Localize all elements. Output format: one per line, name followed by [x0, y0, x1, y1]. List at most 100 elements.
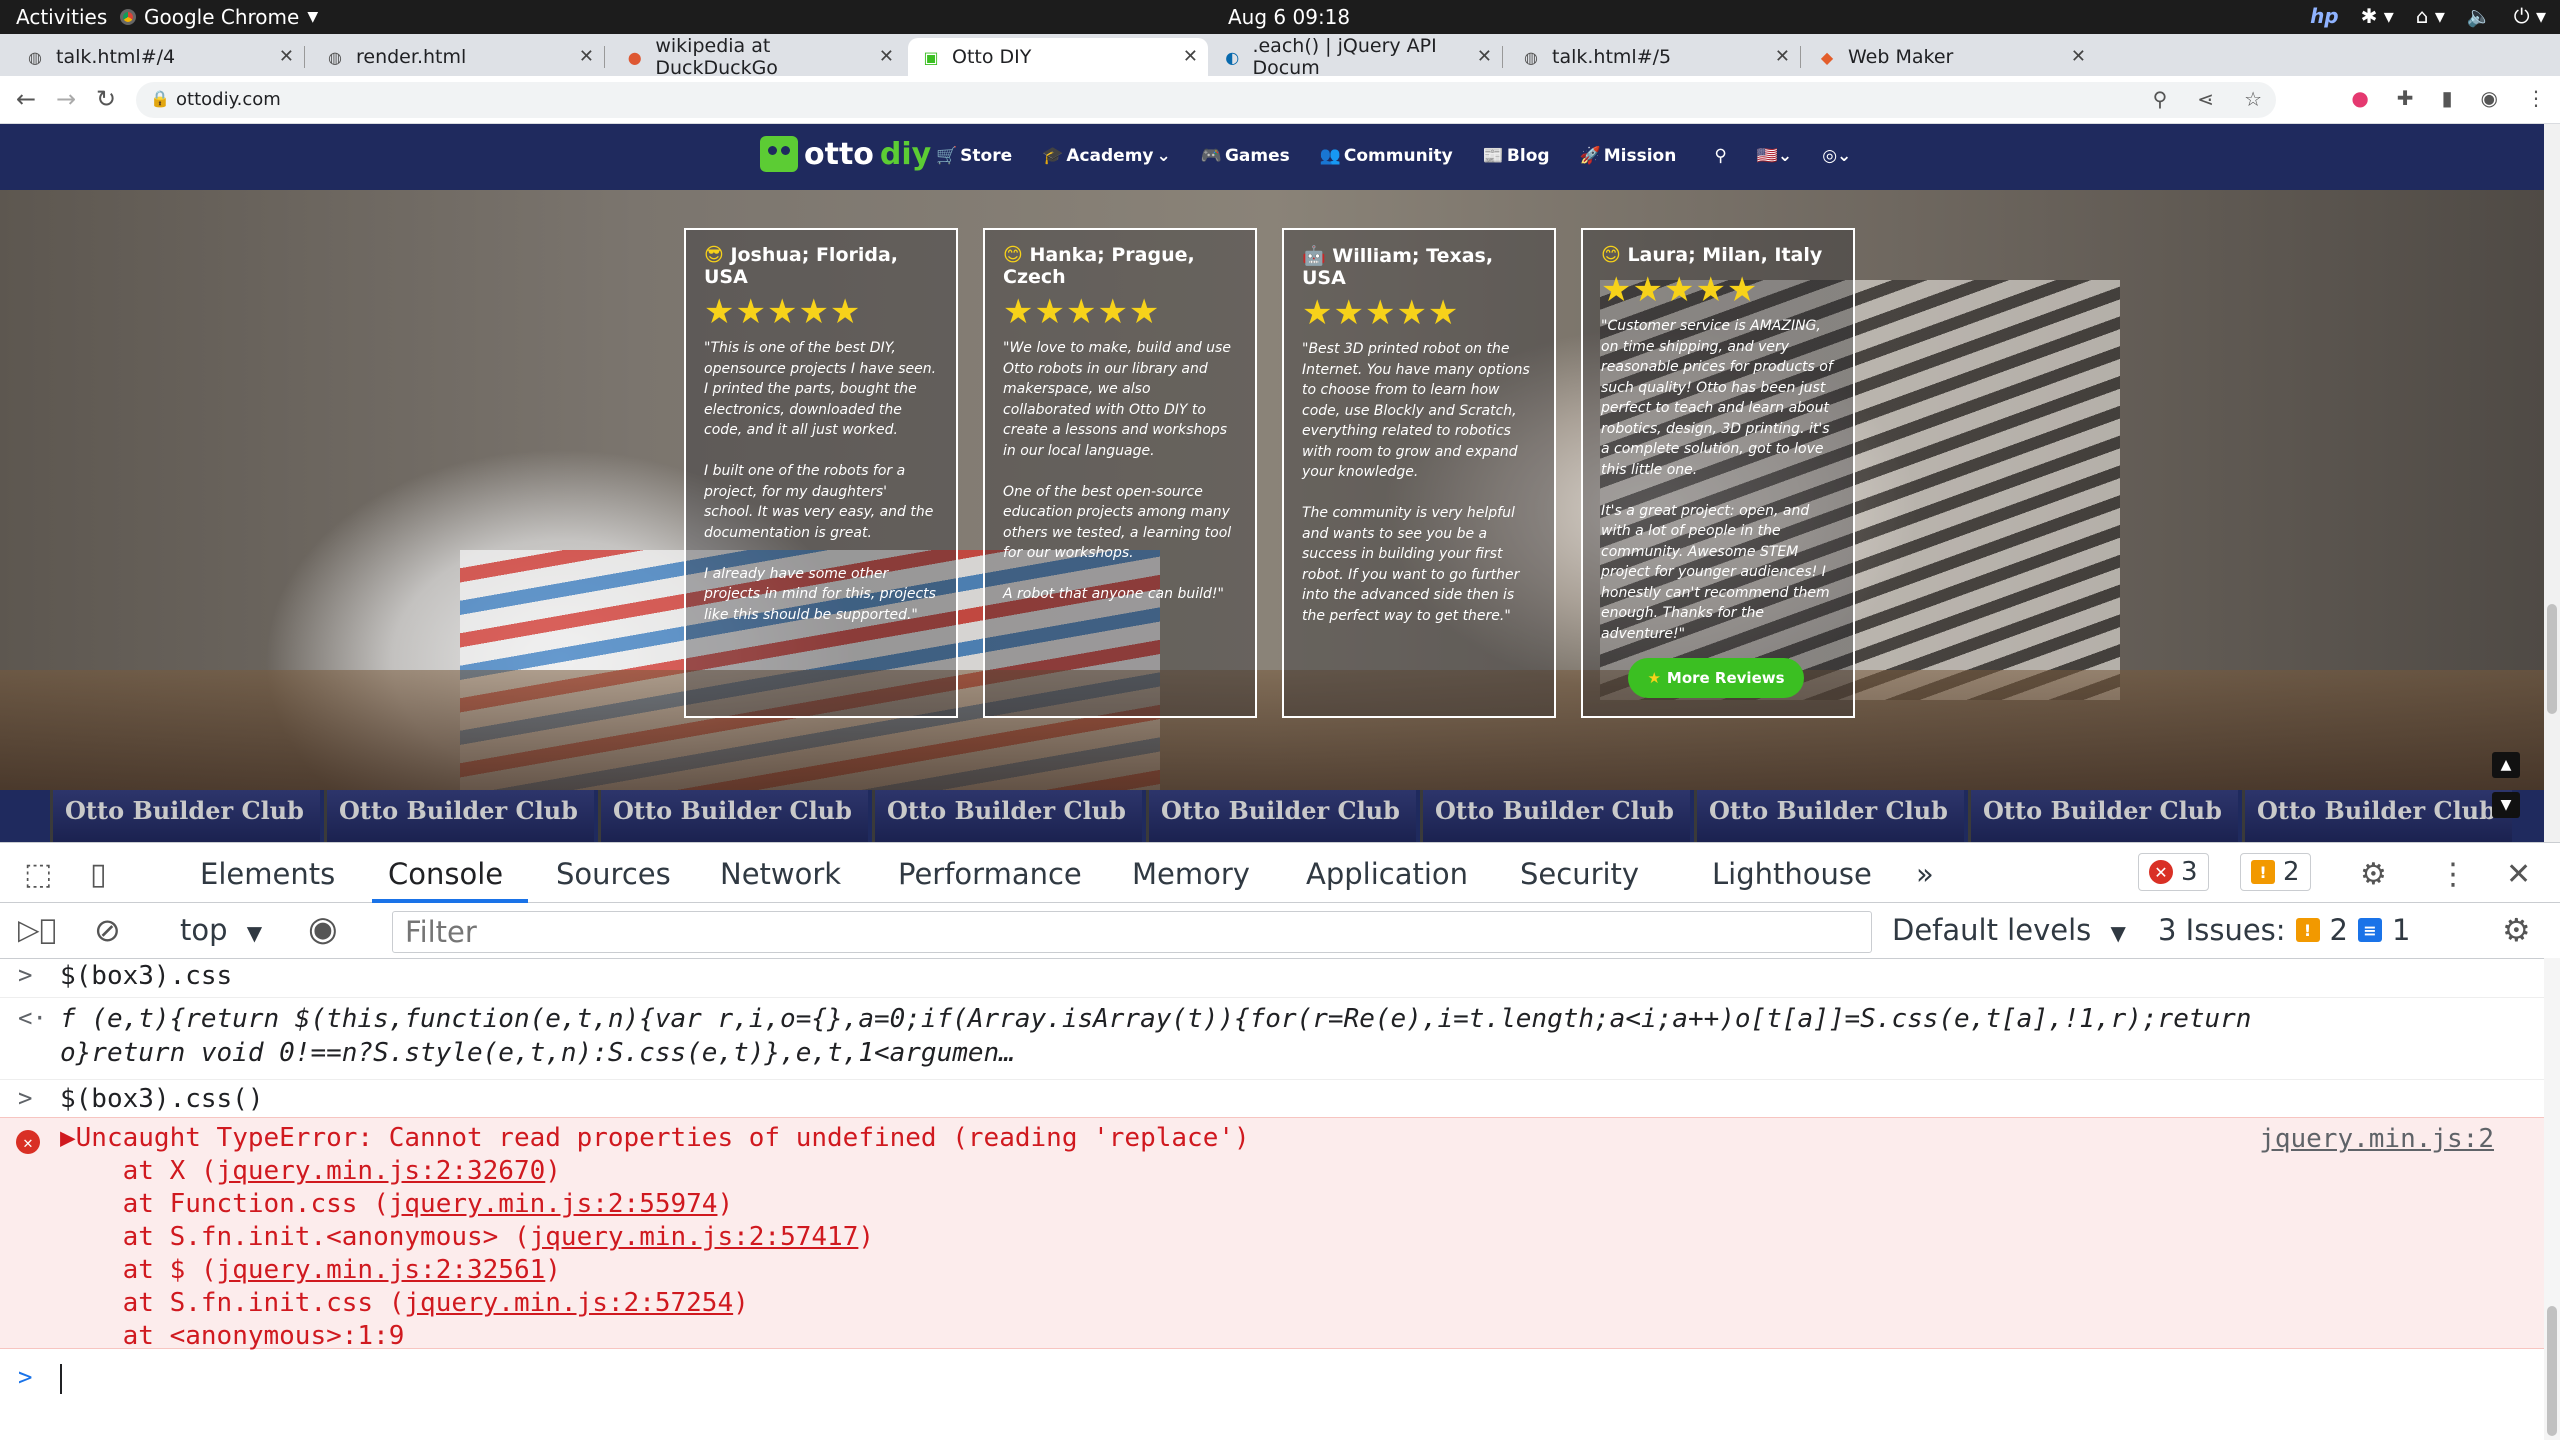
- log-levels-dropdown[interactable]: Default levels ▼: [1892, 913, 2126, 947]
- error-source-link[interactable]: jquery.min.js:2: [2259, 1124, 2494, 1154]
- builder-club-tile[interactable]: Otto Builder Club: [2242, 790, 2512, 842]
- builder-club-tile[interactable]: Otto Builder Club: [872, 790, 1142, 842]
- builder-club-tile[interactable]: Otto Builder Club: [598, 790, 868, 842]
- function-result-text[interactable]: f (e,t){return $(this,function(e,t,n){va…: [60, 1002, 2251, 1070]
- activities-button[interactable]: Activities: [16, 5, 107, 29]
- accessibility-icon[interactable]: ✱ ▾: [2361, 4, 2394, 28]
- bookmark-star-icon[interactable]: ☆: [2244, 87, 2262, 111]
- ottodiy-logo[interactable]: otto diy: [760, 136, 931, 172]
- browser-tab-active[interactable]: ▣ Otto DIY ✕: [908, 38, 1208, 76]
- error-count-badge[interactable]: ✕ 3: [2138, 853, 2209, 891]
- stack-frame-link[interactable]: jquery.min.js:2:57417: [530, 1222, 859, 1252]
- tab-security[interactable]: Security: [1520, 857, 1639, 891]
- inspect-element-icon[interactable]: ⬚: [24, 857, 52, 892]
- page-scrollbar[interactable]: [2544, 124, 2560, 842]
- network-icon[interactable]: ⌂ ▾: [2416, 4, 2445, 28]
- scrollbar-thumb[interactable]: [2547, 604, 2557, 714]
- console-settings-gear-icon[interactable]: ⚙: [2502, 911, 2531, 949]
- volume-icon[interactable]: 🔈: [2467, 4, 2492, 28]
- tab-network[interactable]: Network: [720, 857, 841, 891]
- site-search-icon[interactable]: ⚲: [1714, 146, 1726, 166]
- nav-community[interactable]: 👥 Community: [1320, 146, 1453, 166]
- nav-mission[interactable]: 🚀 Mission: [1580, 146, 1677, 166]
- console-input-text[interactable]: $(box3).css: [60, 961, 232, 991]
- nav-games[interactable]: 🎮 Games: [1201, 146, 1290, 166]
- close-icon[interactable]: ✕: [1183, 46, 1198, 67]
- scrollbar-thumb[interactable]: [2547, 1306, 2557, 1436]
- tab-application[interactable]: Application: [1306, 857, 1468, 891]
- tab-performance[interactable]: Performance: [898, 857, 1082, 891]
- browser-tab[interactable]: ◍ talk.html#/4 ✕: [12, 38, 305, 76]
- tab-console[interactable]: Console: [388, 857, 503, 891]
- stack-frame-link[interactable]: jquery.min.js:2:57254: [404, 1288, 733, 1318]
- close-icon[interactable]: ✕: [579, 46, 594, 67]
- builder-club-tile[interactable]: Otto Builder Club: [1968, 790, 2238, 842]
- extensions-puzzle-icon[interactable]: ✚: [2397, 86, 2414, 110]
- console-prompt-line[interactable]: >: [0, 1357, 2544, 1401]
- record-extension-icon[interactable]: ●: [2351, 86, 2368, 110]
- close-icon[interactable]: ✕: [879, 46, 894, 67]
- console-input-caret[interactable]: [60, 1363, 62, 1394]
- console-filter-input[interactable]: [392, 911, 1872, 953]
- clock[interactable]: Aug 6 09:18: [1228, 5, 1350, 29]
- more-tabs-icon[interactable]: »: [1916, 857, 1934, 891]
- hp-icon[interactable]: hp: [2310, 4, 2339, 28]
- device-toolbar-icon[interactable]: ▯: [90, 857, 107, 892]
- live-expression-eye-icon[interactable]: ◉: [308, 909, 338, 949]
- builder-club-tile[interactable]: Otto Builder Club: [324, 790, 594, 842]
- builder-club-tile[interactable]: Otto Builder Club: [1420, 790, 1690, 842]
- forward-icon[interactable]: →: [56, 85, 76, 113]
- close-devtools-icon[interactable]: ✕: [2506, 857, 2531, 892]
- app-menu[interactable]: Google Chrome ▼: [120, 5, 318, 29]
- browser-tab[interactable]: ● wikipedia at DuckDuckGo ✕: [612, 35, 904, 79]
- nav-blog[interactable]: 📰 Blog: [1483, 146, 1550, 166]
- sidebar-toggle-icon[interactable]: ▷⃞: [18, 913, 56, 946]
- share-icon[interactable]: ⋖: [2197, 87, 2214, 111]
- close-icon[interactable]: ✕: [1775, 46, 1790, 67]
- nav-academy[interactable]: 🎓 Academy ⌄: [1042, 146, 1171, 166]
- warning-count-badge[interactable]: ! 2: [2240, 853, 2311, 891]
- stack-frame-link[interactable]: jquery.min.js:2:55974: [389, 1189, 718, 1219]
- nav-store[interactable]: 🛒 Store: [936, 146, 1012, 166]
- devtools-menu-icon[interactable]: ⋮: [2438, 857, 2468, 892]
- tab-sources[interactable]: Sources: [556, 857, 671, 891]
- lock-icon[interactable]: 🔒: [150, 89, 170, 108]
- profile-avatar-icon[interactable]: ◉: [2481, 86, 2498, 110]
- language-flag-icon[interactable]: 🇺🇸⌄: [1757, 146, 1792, 166]
- close-icon[interactable]: ✕: [279, 46, 294, 67]
- zoom-icon[interactable]: ⚲: [2153, 87, 2168, 111]
- stack-frame-link[interactable]: jquery.min.js:2:32670: [217, 1156, 546, 1186]
- console-input-text[interactable]: $(box3).css(): [60, 1084, 264, 1114]
- clear-console-icon[interactable]: ⊘: [94, 911, 121, 949]
- builder-club-tile[interactable]: Otto Builder Club: [1694, 790, 1964, 842]
- system-tray[interactable]: hp ✱ ▾ ⌂ ▾ 🔈 ⏻ ▾: [2310, 4, 2546, 28]
- address-bar[interactable]: 🔒 ottodiy.com ⚲ ⋖ ☆: [136, 82, 2276, 118]
- instagram-icon[interactable]: ◎⌄: [1822, 146, 1851, 166]
- close-icon[interactable]: ✕: [1477, 46, 1492, 67]
- context-selector[interactable]: top ▼: [180, 913, 262, 947]
- browser-tab[interactable]: ◍ talk.html#/5 ✕: [1508, 38, 1801, 76]
- power-icon[interactable]: ⏻ ▾: [2514, 4, 2546, 28]
- browser-tab[interactable]: ◆ Web Maker ✕: [1804, 38, 2096, 76]
- issues-counter[interactable]: 3 Issues: ! 2 ≡ 1: [2158, 913, 2410, 947]
- console-scrollbar[interactable]: [2544, 958, 2560, 1440]
- scroll-up-icon[interactable]: ▲: [2492, 752, 2520, 778]
- side-panel-icon[interactable]: ▮: [2442, 86, 2453, 110]
- builder-club-tile[interactable]: Otto Builder Club: [50, 790, 320, 842]
- settings-gear-icon[interactable]: ⚙: [2360, 857, 2387, 892]
- tab-lighthouse[interactable]: Lighthouse: [1712, 857, 1872, 891]
- scroll-down-icon[interactable]: ▼: [2492, 792, 2520, 818]
- expand-triangle-icon[interactable]: ▶: [60, 1123, 76, 1153]
- reload-icon[interactable]: ↻: [96, 85, 116, 113]
- more-reviews-button[interactable]: ★ More Reviews: [1628, 658, 1804, 698]
- close-icon[interactable]: ✕: [2071, 46, 2086, 67]
- browser-tab[interactable]: ◐ .each() | jQuery API Docum ✕: [1210, 35, 1503, 79]
- url-text[interactable]: ottodiy.com: [176, 89, 281, 110]
- tab-memory[interactable]: Memory: [1132, 857, 1250, 891]
- stack-frame-link[interactable]: jquery.min.js:2:32561: [217, 1255, 546, 1285]
- builder-club-tile[interactable]: Otto Builder Club: [1146, 790, 1416, 842]
- chrome-menu-icon[interactable]: ⋮: [2526, 86, 2546, 110]
- back-icon[interactable]: ←: [16, 85, 36, 113]
- browser-tab[interactable]: ◍ render.html ✕: [312, 38, 605, 76]
- tab-elements[interactable]: Elements: [200, 857, 335, 891]
